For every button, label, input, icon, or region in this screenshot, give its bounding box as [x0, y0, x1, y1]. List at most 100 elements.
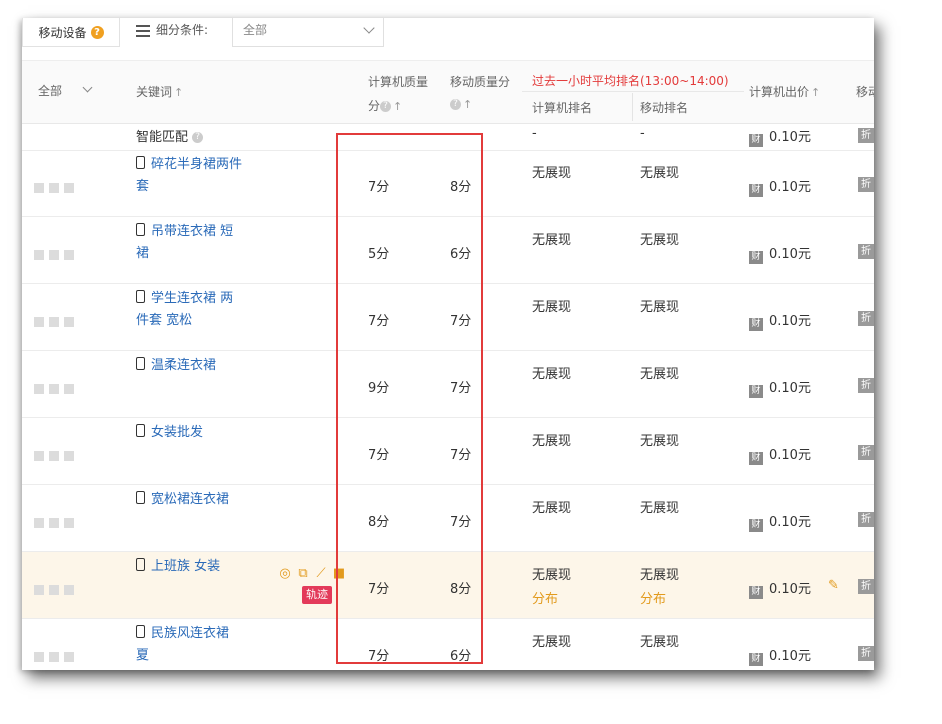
row-status-squares[interactable] — [34, 446, 79, 465]
pc-rank: 无展现 — [532, 233, 572, 248]
edit-bid-icon[interactable]: ✎ — [828, 578, 839, 593]
pc-bid: 财 0.10元 — [749, 176, 811, 197]
mobile-rank: 无展现 — [640, 367, 680, 382]
keyword-text-line2: 套 — [136, 179, 150, 194]
pc-bid-value: 0.10元 — [769, 381, 811, 396]
question-icon[interactable]: ? — [192, 132, 204, 143]
mobile-rank: 无展现 — [640, 300, 680, 315]
keyword-link[interactable]: 宽松裙连衣裙 — [136, 489, 251, 511]
mobile-device-icon — [136, 558, 145, 571]
trend-chart-icon[interactable]: ⟋ — [314, 567, 328, 581]
mobile-rank: 无展现 — [640, 568, 680, 583]
keyword-link[interactable]: 碎花半身裙两件套 — [136, 154, 251, 198]
keyword-text-line1: 学生连衣裙 两 — [151, 291, 234, 306]
mobile-rank-distribution-link[interactable]: 分布 — [640, 588, 666, 607]
pc-bid: 财 0.10元 — [749, 444, 811, 465]
mobile-quality-header-icons: ? ↑ — [450, 97, 472, 111]
highlight-annotation-box — [336, 133, 483, 664]
row-status-squares[interactable] — [34, 647, 79, 666]
bid-icon: 财 — [749, 184, 763, 197]
cut-icon[interactable]: 折 — [858, 378, 874, 393]
cut-icon[interactable]: 折 — [858, 445, 874, 460]
list-icon — [136, 25, 150, 37]
keyword-text-line2: 夏 — [136, 648, 150, 663]
cut-icon[interactable]: 折 — [858, 579, 874, 594]
pc-bid-header[interactable]: 计算机出价 ↑ — [749, 83, 820, 100]
pc-bid: 财 0.10元 — [749, 243, 811, 264]
keyword-text-line2: 裙 — [136, 246, 150, 261]
smart-match-text: 智能匹配 — [136, 130, 189, 145]
chevron-down-icon — [363, 22, 375, 34]
filter-label: 细分条件: — [156, 23, 209, 37]
bid-icon: 财 — [749, 134, 763, 147]
mobile-device-icon — [136, 156, 145, 169]
keyword-link[interactable]: 上班族 女装 — [136, 556, 251, 578]
cut-icon[interactable]: 折 — [858, 128, 874, 143]
select-all-dropdown[interactable]: 全部 — [38, 82, 62, 99]
target-icon[interactable]: ◎ — [278, 567, 292, 581]
pc-rank-distribution-link[interactable]: 分布 — [532, 588, 558, 607]
keyword-link[interactable]: 温柔连衣裙 — [136, 355, 251, 377]
bid-icon: 财 — [749, 452, 763, 465]
keyword-text-line1: 吊带连衣裙 短 — [151, 224, 234, 239]
keyword-link[interactable]: 吊带连衣裙 短裙 — [136, 221, 251, 265]
select-all-label: 全部 — [38, 84, 63, 98]
segment-filter-select[interactable]: 全部 — [232, 18, 384, 47]
mobile-rank: 无展现 — [640, 233, 680, 248]
keyword-text-line1: 宽松裙连衣裙 — [151, 492, 230, 507]
pc-quality-header-line2: 分? ↑ — [368, 97, 402, 114]
question-icon[interactable]: ? — [380, 101, 392, 112]
question-icon[interactable]: ? — [450, 99, 461, 110]
pc-rank: 无展现 — [532, 501, 572, 516]
chevron-down-icon[interactable] — [82, 82, 93, 93]
keyword-link[interactable]: 学生连衣裙 两件套 宽松 — [136, 288, 251, 332]
row-status-squares[interactable] — [34, 245, 79, 264]
pc-bid-value: 0.10元 — [769, 649, 811, 664]
keyword-text-line1: 上班族 女装 — [151, 559, 221, 574]
row-status-squares[interactable] — [34, 178, 79, 197]
keyword-link[interactable]: 女装批发 — [136, 422, 251, 444]
pc-rank: 无展现 — [532, 367, 572, 382]
row-status-squares[interactable] — [34, 513, 79, 532]
cut-icon[interactable]: 折 — [858, 311, 874, 326]
pc-bid-value: 0.10元 — [769, 314, 811, 329]
keyword-table-panel: 移动设备 ? 细分条件: 全部 全部 关键词 ↑ 计算机质量 分? ↑ 移动质量分 … — [22, 18, 874, 670]
bid-icon: 财 — [749, 385, 763, 398]
mobile-rank: 无展现 — [640, 635, 680, 650]
row-status-squares[interactable] — [34, 580, 79, 599]
track-badge[interactable]: 轨迹 — [302, 586, 332, 604]
keyword-text-line1: 温柔连衣裙 — [151, 358, 217, 373]
pc-bid-value: 0.10元 — [769, 130, 811, 145]
header-divider — [522, 91, 744, 92]
bid-icon: 财 — [749, 653, 763, 666]
sort-up-icon[interactable]: ↑ — [463, 98, 472, 111]
cut-icon[interactable]: 折 — [858, 244, 874, 259]
cut-icon[interactable]: 折 — [858, 177, 874, 192]
sort-up-icon[interactable]: ↑ — [174, 86, 183, 99]
row-status-squares[interactable] — [34, 379, 79, 398]
sort-up-icon[interactable]: ↑ — [393, 100, 402, 113]
mobile-device-icon — [136, 491, 145, 504]
keyword-text-line1: 女装批发 — [151, 425, 204, 440]
segment-filter-value: 全部 — [243, 23, 268, 37]
copy-icon[interactable]: ⧉ — [296, 567, 310, 581]
row-status-squares[interactable] — [34, 312, 79, 331]
pc-rank: 无展现 — [532, 434, 572, 449]
keyword-link[interactable]: 民族风连衣裙夏 — [136, 623, 251, 667]
keyword-column-header[interactable]: 关键词 ↑ — [136, 83, 183, 100]
cut-icon[interactable]: 折 — [858, 646, 874, 661]
bid-icon: 财 — [749, 251, 763, 264]
keyword-text-line1: 碎花半身裙两件 — [151, 157, 243, 172]
past-hour-rank-header: 过去一小时平均排名(13:00~14:00) — [532, 74, 729, 88]
bid-icon: 财 — [749, 519, 763, 532]
pc-rank: 无展现 — [532, 300, 572, 315]
cut-icon[interactable]: 折 — [858, 512, 874, 527]
mobile-rank: 无展现 — [640, 501, 680, 516]
device-filter-button[interactable]: 移动设备 ? — [22, 18, 120, 47]
sort-up-icon[interactable]: ↑ — [811, 86, 820, 99]
mobile-device-icon — [136, 290, 145, 303]
pc-rank: - — [532, 126, 537, 141]
help-icon[interactable]: ? — [90, 25, 104, 39]
mobile-bid-header: 移动 — [856, 85, 874, 99]
mobile-rank: 无展现 — [640, 166, 680, 181]
